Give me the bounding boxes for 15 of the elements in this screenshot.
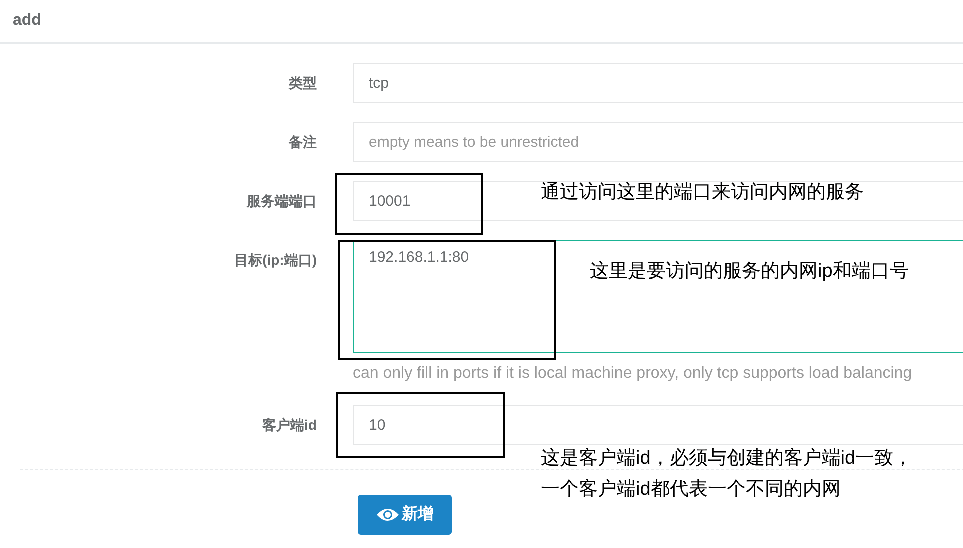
field-label: 目标(ip:端口) [234, 251, 317, 270]
add-button[interactable]: 新增 [358, 495, 452, 535]
input-field[interactable]: empty means to be unrestricted [353, 122, 963, 162]
field-label: 备注 [288, 133, 317, 152]
annotation-note: 这是客户端id，必须与创建的客户端id一致，一个客户端id都代表一个不同的内网 [541, 447, 914, 502]
eye-icon [376, 507, 400, 523]
input-field[interactable]: 10 [353, 405, 963, 445]
input-field[interactable]: tcp [353, 63, 963, 103]
field-label: 服务端端口 [246, 192, 317, 211]
panel-title: add [13, 11, 42, 31]
annotation-note: 通过访问这里的端口来访问内网的服务 [541, 181, 865, 205]
field-label: 客户端id [262, 416, 317, 435]
annotation-note: 这里是要访问的服务的内网ip和端口号 [590, 260, 910, 284]
help-text: can only fill in ports if it is local machine proxy, only tcp supports load balancing [353, 364, 914, 384]
field-label: 类型 [288, 74, 317, 93]
